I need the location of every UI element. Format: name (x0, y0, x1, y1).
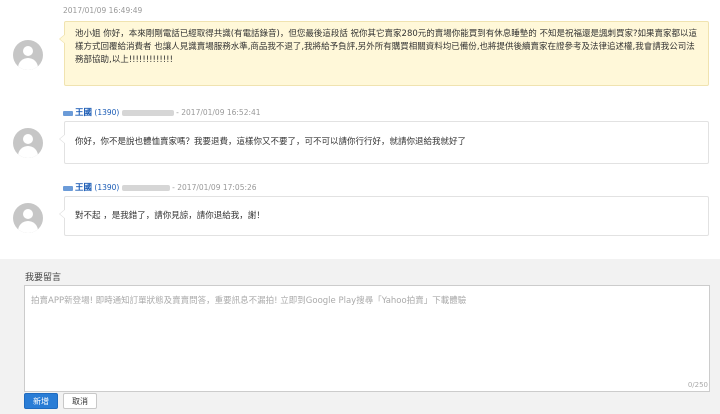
avatar (13, 203, 43, 233)
message-text: 對不起 ，是我錯了，請你見諒，請你退給我，謝！ (75, 211, 265, 221)
user-name-link[interactable]: 王國 (75, 108, 92, 118)
redacted-info (121, 185, 170, 191)
user-badge-icon (63, 185, 73, 191)
message-timestamp: 2017/01/09 16:49:49 (63, 6, 143, 15)
message-timestamp: 2017/01/09 16:52:41 (181, 108, 261, 117)
submit-button[interactable]: 新增 (24, 393, 58, 409)
message-bubble: 對不起 ，是我錯了，請你見諒，請你退給我，謝！ (59, 196, 709, 236)
message-meta: 2017/01/09 16:49:49 (63, 6, 142, 15)
user-rating[interactable]: (1390) (94, 108, 119, 117)
message-text: 池小姐 你好，本來剛剛電話已經取得共識(有電話錄音)，但您最後這段話 祝你其它賣… (75, 29, 697, 65)
message-meta: 王國 (1390) - 2017/01/09 16:52:41 (63, 106, 261, 118)
message-meta: 王國 (1390) - 2017/01/09 17:05:26 (63, 181, 257, 193)
message-bubble: 你好，你不是說也體恤賣家嗎？我要退費，這樣你又不要了，可不可以請你行行好，就請你… (59, 121, 709, 164)
reply-title: 我要留言 (25, 273, 62, 283)
user-name-link[interactable]: 王國 (75, 183, 92, 193)
redacted-info (121, 110, 174, 116)
avatar (13, 128, 43, 158)
meta-separator: - (172, 183, 175, 192)
user-rating[interactable]: (1390) (94, 183, 119, 192)
message-text: 你好，你不是說也體恤賣家嗎？我要退費，這樣你又不要了，可不可以請你行行好，就請你… (75, 137, 467, 147)
user-badge-icon (63, 110, 73, 116)
meta-separator: - (176, 108, 179, 117)
character-counter: 0/250 (687, 381, 708, 389)
avatar (13, 40, 43, 70)
message-timestamp: 2017/01/09 17:05:26 (177, 183, 257, 192)
cancel-button[interactable]: 取消 (63, 393, 97, 409)
reply-textarea[interactable] (24, 285, 710, 392)
message-bubble: 池小姐 你好，本來剛剛電話已經取得共識(有電話錄音)，但您最後這段話 祝你其它賣… (59, 21, 709, 86)
